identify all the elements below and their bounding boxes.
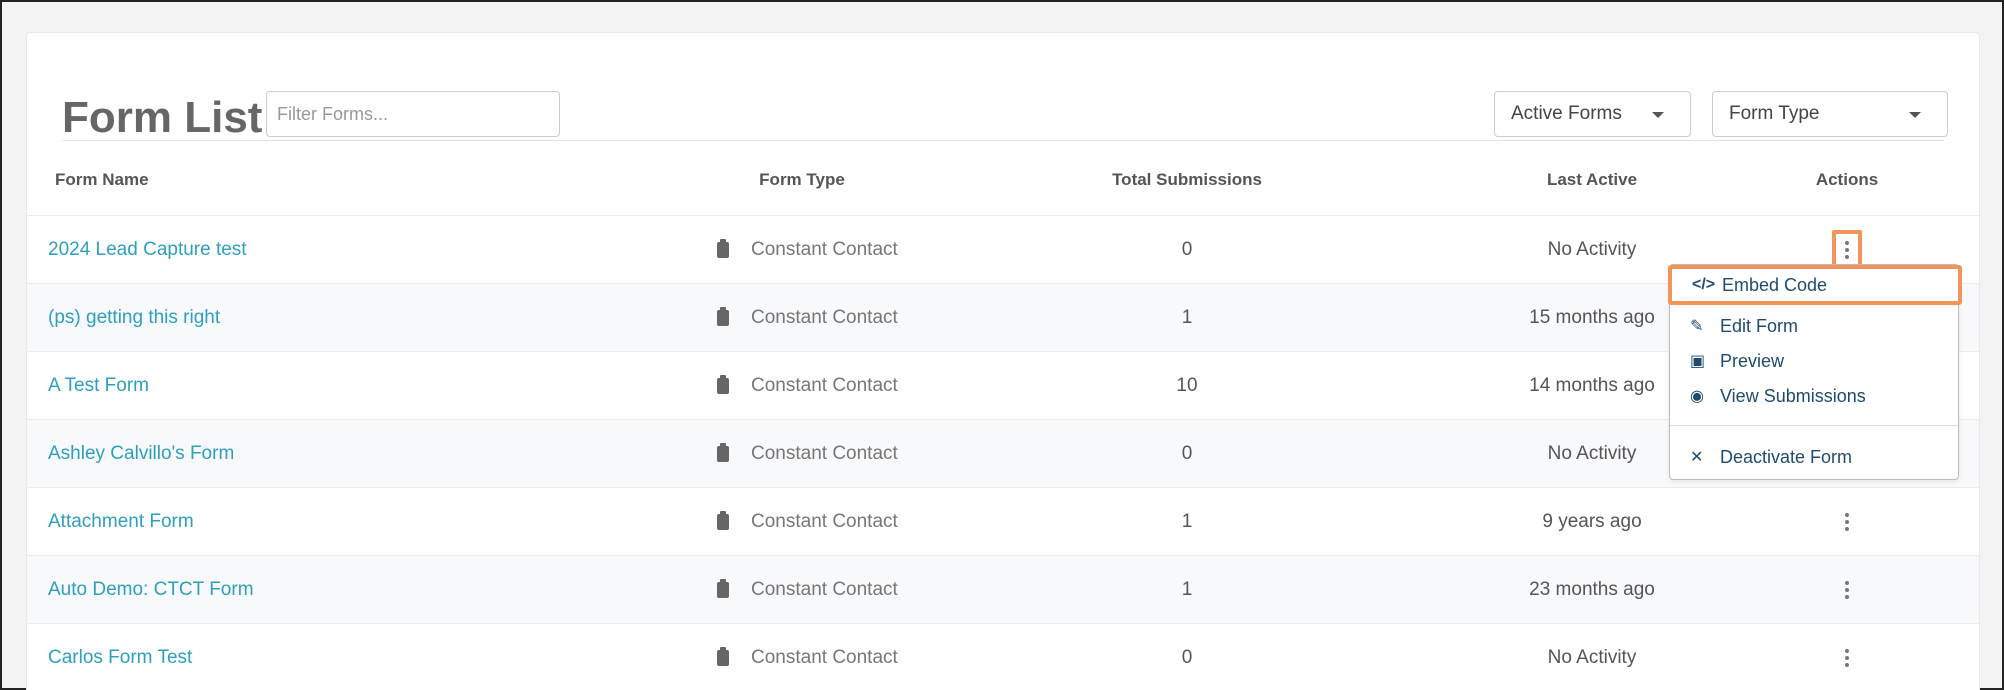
chevron-down-icon [1652,112,1664,118]
menu-item-label: Edit Form [1720,315,1799,336]
column-header-total-submissions: Total Submissions [1112,170,1262,189]
form-type-label: Constant Contact [751,647,898,668]
table-row: Attachment Form Constant Contact 1 9 yea… [27,487,1979,555]
form-type-cell: Constant Contact [717,624,898,690]
clipboard-icon [717,375,729,394]
form-name-link[interactable]: Auto Demo: CTCT Form [48,556,254,624]
menu-item-label: Preview [1720,350,1785,371]
column-header-last-active: Last Active [1546,170,1638,189]
total-submissions-cell: 0 [1181,647,1193,668]
clipboard-icon [717,443,729,462]
total-submissions-cell: 1 [1181,579,1193,600]
clipboard-icon [717,647,729,666]
table-row: Carlos Form Test Constant Contact 0 No A… [27,623,1979,690]
menu-item-preview[interactable]: ▣ Preview [1670,344,1958,378]
menu-item-label: Deactivate Form [1720,446,1853,467]
form-type-cell: Constant Contact [717,216,898,284]
form-type-label: Constant Contact [751,307,898,328]
menu-item-label: Embed Code [1722,274,1828,295]
form-name-link[interactable]: Attachment Form [48,488,194,556]
menu-item-embed-code[interactable]: </> Embed Code [1668,265,1962,305]
clipboard-icon [717,579,729,598]
form-type-label: Constant Contact [751,579,898,600]
form-name-link[interactable]: A Test Form [48,352,149,420]
actions-cell [1777,556,1917,624]
form-name-link[interactable]: 2024 Lead Capture test [48,216,247,284]
page-header: Form List Active Forms Form Type [62,61,1948,142]
close-icon: ✕ [1690,449,1704,466]
form-type-label: Constant Contact [751,443,898,464]
column-header-form-type: Form Type [759,170,845,189]
menu-item-deactivate-form[interactable]: ✕ Deactivate Form [1670,440,1958,474]
status-filter-label: Active Forms [1511,103,1622,124]
form-type-cell: Constant Contact [717,420,898,488]
eye-icon: ◉ [1690,388,1704,405]
code-icon: </> [1692,276,1716,293]
clipboard-icon [717,511,729,530]
filter-forms-input[interactable] [266,91,560,137]
form-type-label: Constant Contact [751,239,898,260]
more-options-icon[interactable] [1835,573,1859,607]
form-type-label: Constant Contact [751,375,898,396]
total-submissions-cell: 1 [1181,511,1193,532]
actions-cell [1777,488,1917,556]
total-submissions-cell: 0 [1181,239,1193,260]
column-header-actions: Actions [1815,170,1879,189]
form-type-cell: Constant Contact [717,352,898,420]
last-active-cell: 23 months ago [1529,579,1655,600]
menu-item-edit-form[interactable]: ✎ Edit Form [1670,309,1958,343]
last-active-cell: No Activity [1547,647,1637,668]
menu-divider [1670,425,1958,426]
actions-cell [1777,624,1917,690]
edit-icon: ✎ [1690,318,1704,335]
total-submissions-cell: 1 [1181,307,1193,328]
last-active-cell: 9 years ago [1542,511,1642,532]
preview-icon: ▣ [1690,353,1706,370]
form-type-label: Form Type [1729,103,1820,124]
menu-item-label: View Submissions [1720,385,1866,406]
form-type-cell: Constant Contact [717,284,898,352]
form-name-link[interactable]: Carlos Form Test [48,624,192,690]
form-type-cell: Constant Contact [717,556,898,624]
clipboard-icon [717,307,729,326]
form-type-label: Constant Contact [751,511,898,532]
status-filter-dropdown[interactable]: Active Forms [1494,91,1691,137]
more-options-icon[interactable] [1835,505,1859,539]
menu-item-view-submissions[interactable]: ◉ View Submissions [1670,379,1958,413]
page-title: Form List [62,93,263,142]
total-submissions-cell: 0 [1181,443,1193,464]
actions-dropdown-menu: </> Embed Code ✎ Edit Form ▣ Preview ◉ V… [1668,264,1962,480]
more-options-icon[interactable] [1835,641,1859,675]
form-type-dropdown[interactable]: Form Type [1712,91,1948,137]
form-name-link[interactable]: (ps) getting this right [48,284,220,352]
chevron-down-icon [1909,112,1921,118]
total-submissions-cell: 10 [1176,375,1198,396]
form-type-cell: Constant Contact [717,488,898,556]
column-header-form-name: Form Name [55,170,149,189]
clipboard-icon [717,239,729,258]
form-name-link[interactable]: Ashley Calvillo's Form [48,420,234,488]
table-row: Auto Demo: CTCT Form Constant Contact 1 … [27,555,1979,623]
